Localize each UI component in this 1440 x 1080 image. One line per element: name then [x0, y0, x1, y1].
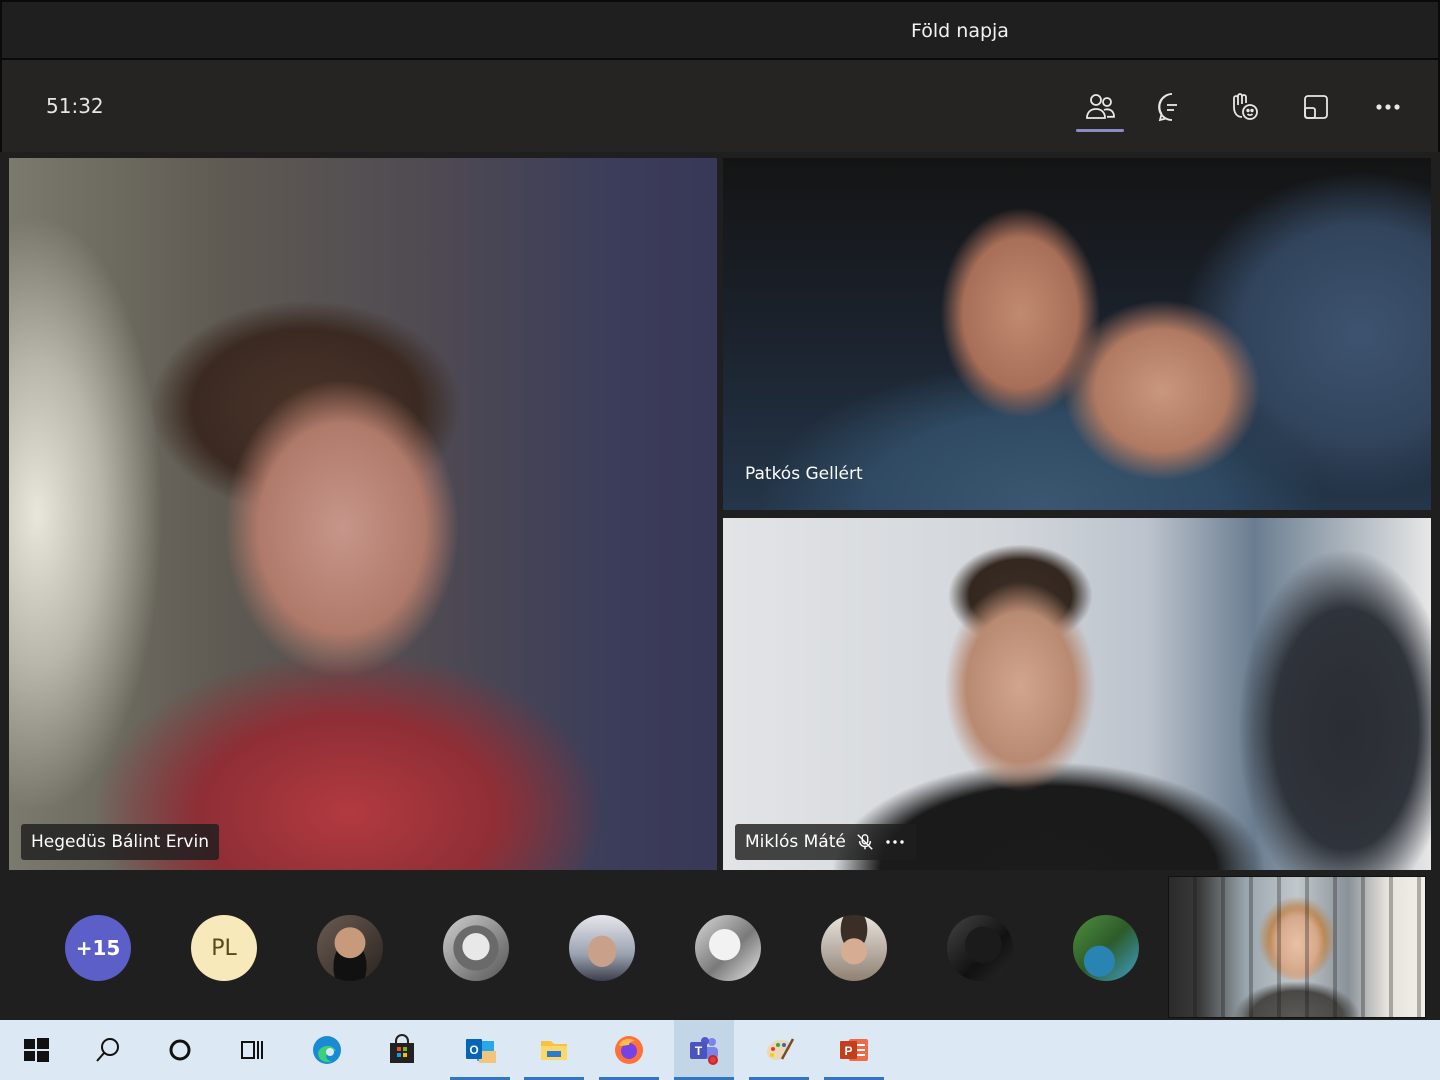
avatar[interactable]: [1073, 915, 1139, 981]
edge-button[interactable]: [297, 1020, 357, 1080]
chat-icon: [1158, 93, 1177, 122]
avatar[interactable]: PL: [191, 915, 257, 981]
avatar[interactable]: [947, 915, 1013, 981]
reactions-icon: [1233, 93, 1258, 120]
participant-name: Patkós Gellért: [745, 464, 863, 484]
window-titlebar: Föld napja: [0, 0, 1440, 60]
search-icon: [96, 1038, 119, 1062]
start-button[interactable]: [6, 1020, 66, 1080]
cortana-button[interactable]: [150, 1020, 210, 1080]
participant-nameplate: Miklós Máté: [735, 824, 916, 860]
self-video-preview[interactable]: [1168, 876, 1426, 1018]
reactions-button[interactable]: [1218, 84, 1270, 130]
teams-button[interactable]: T: [674, 1020, 734, 1080]
participant-video: [9, 158, 717, 870]
participant-strip: +15 PL: [0, 872, 1440, 1020]
svg-text:O: O: [469, 1043, 478, 1057]
chat-button[interactable]: [1146, 84, 1198, 130]
meeting-toolbar: 51:32: [0, 60, 1440, 152]
more-options-button[interactable]: [1362, 84, 1414, 130]
store-icon: [390, 1034, 414, 1063]
powerpoint-icon: P: [840, 1039, 868, 1061]
search-button[interactable]: [78, 1020, 138, 1080]
svg-text:P: P: [844, 1044, 852, 1058]
file-explorer-icon: [541, 1041, 567, 1060]
video-stage: Hegedüs Bálint Ervin Patkós Gellért Mikl…: [0, 152, 1440, 872]
store-button[interactable]: [372, 1020, 432, 1080]
paint-button[interactable]: [749, 1020, 809, 1080]
file-explorer-button[interactable]: [524, 1020, 584, 1080]
rooms-button[interactable]: [1290, 84, 1342, 130]
more-participants-button[interactable]: +15: [65, 915, 131, 981]
participant-nameplate: Patkós Gellért: [735, 456, 873, 492]
edge-icon: [313, 1036, 341, 1064]
windows-taskbar: O T P: [0, 1020, 1440, 1080]
avatar[interactable]: [569, 915, 635, 981]
participant-video: [723, 518, 1431, 870]
meeting-title: Föld napja: [911, 20, 1009, 42]
svg-text:T: T: [695, 1044, 703, 1058]
participants-button[interactable]: [1074, 84, 1126, 132]
paint-icon: [767, 1038, 795, 1060]
powerpoint-button[interactable]: P: [824, 1020, 884, 1080]
participant-nameplate: Hegedüs Bálint Ervin: [21, 824, 219, 860]
firefox-icon: [615, 1036, 643, 1064]
avatar[interactable]: [821, 915, 887, 981]
mic-off-icon: [856, 833, 874, 851]
participant-video-tile[interactable]: Patkós Gellért: [723, 158, 1431, 510]
meeting-timer: 51:32: [46, 94, 104, 118]
windows-start-icon: [24, 1038, 49, 1062]
self-video-background: [1169, 877, 1425, 1017]
participant-name: Miklós Máté: [745, 832, 846, 852]
task-view-button[interactable]: [222, 1020, 282, 1080]
teams-icon: T: [690, 1037, 718, 1065]
cortana-icon: [169, 1039, 191, 1061]
outlook-button[interactable]: O: [450, 1020, 510, 1080]
avatar[interactable]: [695, 915, 761, 981]
participant-more-button[interactable]: [884, 833, 906, 851]
participant-video-tile[interactable]: Miklós Máté: [723, 518, 1431, 870]
firefox-button[interactable]: [599, 1020, 659, 1080]
outlook-icon: O: [466, 1039, 496, 1063]
avatar[interactable]: [317, 915, 383, 981]
task-view-icon: [241, 1041, 263, 1059]
participant-video-tile[interactable]: Hegedüs Bálint Ervin: [9, 158, 717, 870]
more-icon: [1376, 104, 1400, 110]
avatar[interactable]: [443, 915, 509, 981]
participants-icon: [1086, 94, 1115, 119]
rooms-icon: [1304, 95, 1328, 119]
more-icon: [886, 840, 904, 844]
participant-name: Hegedüs Bálint Ervin: [31, 832, 209, 852]
